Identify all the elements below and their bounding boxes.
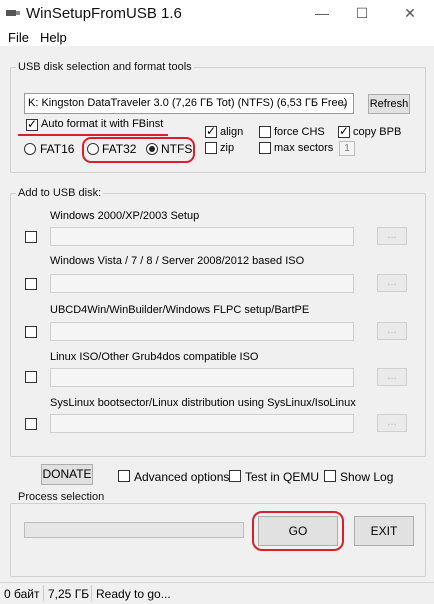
align-checkbox[interactable] [205,124,217,138]
disk-select-value: K: Kingston DataTraveler 3.0 (7,26 ГБ To… [28,97,348,109]
source-checkbox-ubcd[interactable] [25,326,37,338]
max-sectors-label: max sectors [274,142,334,154]
browse-button-syslinux[interactable]: ... [377,414,407,432]
fat16-label: FAT16 [40,142,75,156]
status-message: Ready to go... [96,587,171,601]
auto-format-checkbox[interactable] [26,117,38,131]
status-size-total: 7,25 ГБ [48,587,90,601]
test-qemu-checkbox[interactable] [229,470,241,482]
show-log-label: Show Log [340,470,394,484]
source-checkbox-syslinux[interactable] [25,418,37,430]
force-chs-checkbox[interactable] [259,126,271,138]
browse-button-vista[interactable]: ... [377,274,407,292]
browse-button-ubcd[interactable]: ... [377,322,407,340]
donate-button[interactable]: DONATE [41,464,93,485]
source-label-vista: Windows Vista / 7 / 8 / Server 2008/2012… [50,255,305,267]
copy-bpb-checkbox[interactable] [338,124,350,138]
close-button[interactable]: ✕ [392,2,428,24]
disk-select[interactable]: K: Kingston DataTraveler 3.0 (7,26 ГБ To… [24,93,354,114]
source-checkbox-linux[interactable] [25,371,37,383]
source-path-winxp[interactable] [50,227,354,246]
align-label: align [220,126,244,138]
status-separator [43,585,44,601]
menu-file[interactable]: File [8,30,29,45]
force-chs-label: force CHS [274,126,325,138]
usb-group-title: USB disk selection and format tools [16,61,194,73]
source-label-syslinux: SysLinux bootsector/Linux distribution u… [50,397,356,409]
max-sectors-checkbox[interactable] [259,142,271,154]
exit-button[interactable]: EXIT [354,516,414,546]
source-checkbox-winxp[interactable] [25,231,37,243]
source-label-linux: Linux ISO/Other Grub4dos compatible ISO [50,351,259,363]
window-title: WinSetupFromUSB 1.6 [26,5,182,22]
zip-label: zip [220,142,235,154]
zip-checkbox[interactable] [205,142,217,154]
auto-format-label: Auto format it with FBinst [41,118,164,130]
source-path-ubcd[interactable] [50,322,354,341]
status-separator [91,585,92,601]
source-label-ubcd: UBCD4Win/WinBuilder/Windows FLPC setup/B… [50,304,310,316]
add-group-title: Add to USB disk: [16,187,104,199]
go-highlight-ring [252,511,344,551]
refresh-button[interactable]: Refresh [368,94,410,114]
status-size-used: 0 байт [4,587,40,601]
source-path-syslinux[interactable] [50,414,354,433]
browse-button-winxp[interactable]: ... [377,227,407,245]
progress-bar [24,522,244,538]
process-group-title: Process selection [16,491,107,503]
show-log-checkbox[interactable] [324,470,336,482]
advanced-options-label: Advanced options [134,470,230,484]
highlight-underline [18,134,168,136]
menu-help[interactable]: Help [40,30,67,45]
minimize-button[interactable]: — [304,2,340,24]
source-checkbox-vista[interactable] [25,278,37,290]
copy-bpb-label: copy BPB [353,126,402,138]
test-qemu-label: Test in QEMU [245,470,320,484]
app-usb-icon [6,10,20,16]
source-path-vista[interactable] [50,274,354,293]
advanced-options-checkbox[interactable] [118,470,130,482]
maximize-button[interactable]: ☐ [344,2,380,24]
chevron-down-icon: ⌄ [339,98,349,109]
source-path-linux[interactable] [50,368,354,387]
fat16-radio[interactable] [24,143,36,155]
max-sectors-input[interactable]: 1 [339,141,355,156]
browse-button-linux[interactable]: ... [377,368,407,386]
source-label-winxp: Windows 2000/XP/2003 Setup [50,210,200,222]
fs-highlight-ring [82,137,195,163]
